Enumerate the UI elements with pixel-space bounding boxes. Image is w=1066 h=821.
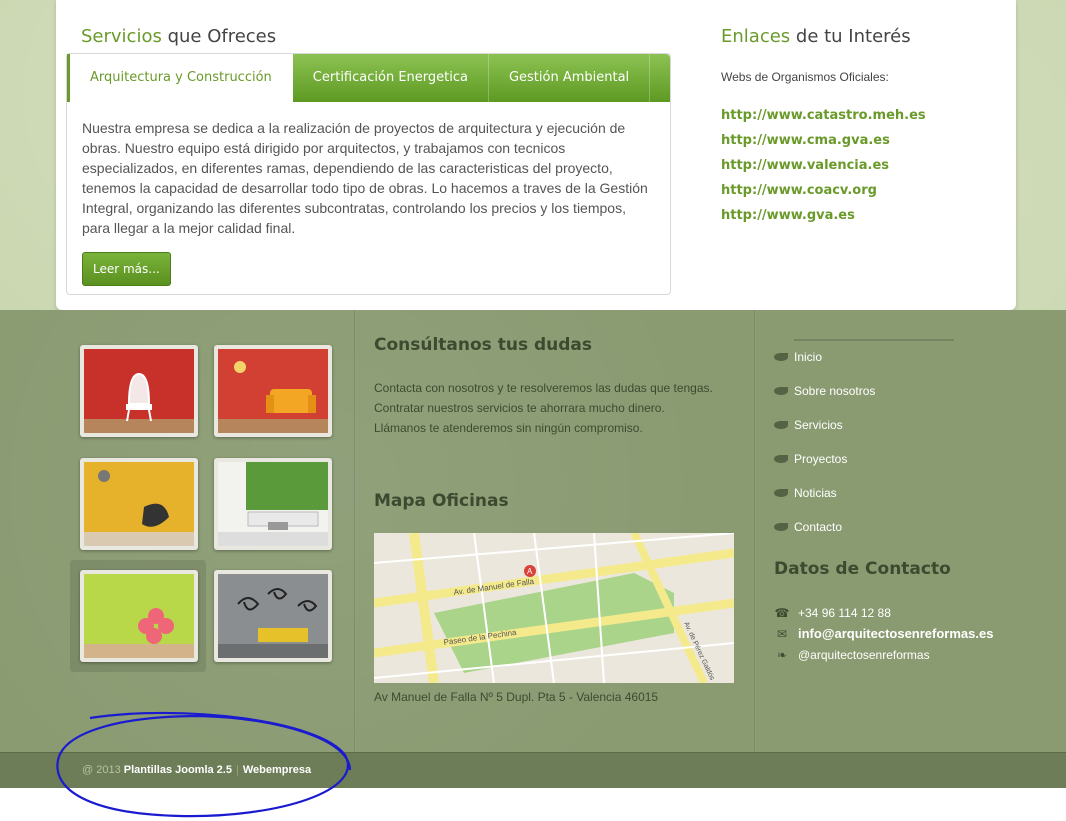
map-label-av-falla: Av. de Manuel de Falla bbox=[453, 577, 535, 597]
orange-armchair-image bbox=[218, 349, 328, 433]
gallery-thumb-red-chair[interactable] bbox=[80, 345, 198, 437]
grey-yellow-sofa-image bbox=[218, 574, 328, 658]
gallery-thumb-yellow-room[interactable] bbox=[80, 458, 198, 550]
contact-list: ☎ +34 96 114 12 88 ✉ info@arquitectosenref… bbox=[774, 602, 994, 665]
nav-item-servicios[interactable]: Servicios bbox=[774, 408, 954, 442]
nav-label: Noticias bbox=[794, 486, 837, 500]
bullet-icon bbox=[774, 489, 788, 497]
links-subtitle: Webs de Organismos Oficiales: bbox=[721, 70, 889, 84]
gallery-thumb-orange-armchair[interactable] bbox=[214, 345, 332, 437]
green-sofa-image bbox=[218, 462, 328, 546]
map-marker-label: A bbox=[527, 567, 533, 576]
contact-title: Datos de Contacto bbox=[774, 559, 951, 579]
bullet-icon bbox=[774, 523, 788, 531]
nav-label: Sobre nosotros bbox=[794, 384, 876, 398]
services-title-rest: que Ofreces bbox=[161, 26, 277, 47]
links-title: Enlaces de tu Interés bbox=[721, 26, 911, 47]
yellow-room-image bbox=[84, 462, 194, 546]
link-item: http://www.catastro.meh.es bbox=[721, 106, 926, 131]
read-more-button[interactable]: Leer más... bbox=[82, 252, 171, 286]
contact-phone: ☎ +34 96 114 12 88 bbox=[774, 602, 993, 623]
dudas-line: Contacta con nosotros y te resolveremos … bbox=[374, 381, 713, 395]
nav-label: Proyectos bbox=[794, 452, 848, 466]
map-road bbox=[409, 533, 439, 683]
lime-flower-image bbox=[84, 574, 194, 658]
office-map[interactable]: Av. de Manuel de Falla Paseo de la Pechi… bbox=[374, 533, 734, 683]
bullet-icon bbox=[774, 387, 788, 395]
nav-item-inicio[interactable]: Inicio bbox=[774, 340, 954, 374]
services-title: Servicios que Ofreces bbox=[81, 26, 276, 47]
link-cma[interactable]: http://www.cma.gva.es bbox=[721, 133, 890, 148]
tab-bar: Arquitectura y Construcción Certificació… bbox=[67, 54, 670, 102]
bullet-icon bbox=[774, 455, 788, 463]
map-address: Av Manuel de Falla Nº 5 Dupl. Pta 5 - Va… bbox=[374, 690, 659, 704]
contact-twitter[interactable]: ❧ @arquitectosenreformas bbox=[774, 644, 993, 665]
nav-item-contacto[interactable]: Contacto bbox=[774, 510, 954, 544]
services-title-accent: Servicios bbox=[81, 26, 162, 47]
link-item: http://www.cma.gva.es bbox=[721, 131, 926, 156]
gallery-thumb-grey-yellow-sofa[interactable] bbox=[214, 570, 332, 662]
gallery-thumb-lime-flower[interactable] bbox=[80, 570, 198, 662]
link-item: http://www.valencia.es bbox=[721, 156, 926, 181]
red-chair-image bbox=[84, 349, 194, 433]
link-item: http://www.coacv.org bbox=[721, 181, 926, 206]
phone-icon: ☎ bbox=[774, 605, 790, 620]
links-list: http://www.catastro.meh.es http://www.cm… bbox=[721, 106, 926, 231]
copyright-separator: | bbox=[235, 764, 239, 776]
nav-label: Contacto bbox=[794, 520, 843, 534]
bullet-icon bbox=[774, 421, 788, 429]
footer-nav: Inicio Sobre nosotros Servicios Proyecto… bbox=[774, 340, 954, 544]
footer: Consúltanos tus dudas Contacta con nosot… bbox=[0, 310, 1066, 752]
link-catastro[interactable]: http://www.catastro.meh.es bbox=[721, 108, 926, 123]
tab-gestion-ambiental[interactable]: Gestión Ambiental bbox=[489, 54, 651, 102]
bullet-icon bbox=[774, 353, 788, 361]
dudas-title: Consúltanos tus dudas bbox=[374, 335, 593, 355]
link-coacv[interactable]: http://www.coacv.org bbox=[721, 183, 877, 198]
nav-item-proyectos[interactable]: Proyectos bbox=[774, 442, 954, 476]
tab-certificacion[interactable]: Certificación Energetica bbox=[293, 54, 489, 102]
nav-item-sobre-nosotros[interactable]: Sobre nosotros bbox=[774, 374, 954, 408]
copyright-text: @ 2013 Plantillas Joomla 2.5 | Webempresa bbox=[82, 764, 311, 776]
nav-item-noticias[interactable]: Noticias bbox=[774, 476, 954, 510]
content-panel: Servicios que Ofreces Arquitectura y Con… bbox=[56, 0, 1016, 310]
services-description: Nuestra empresa se dedica a la realizaci… bbox=[82, 120, 648, 236]
map-graphic: Av. de Manuel de Falla Paseo de la Pechi… bbox=[374, 533, 734, 683]
webempresa-link[interactable]: Webempresa bbox=[243, 764, 311, 776]
phone-value: +34 96 114 12 88 bbox=[798, 605, 891, 620]
links-title-rest: de tu Interés bbox=[790, 26, 911, 47]
joomla-templates-link[interactable]: Plantillas Joomla 2.5 bbox=[124, 764, 232, 776]
copyright-prefix: @ 2013 bbox=[82, 764, 121, 776]
link-item: http://www.gva.es bbox=[721, 206, 926, 231]
footer-divider bbox=[354, 310, 356, 752]
email-value[interactable]: info@arquitectosenreformas.es bbox=[798, 626, 993, 641]
nav-label: Inicio bbox=[794, 350, 823, 364]
link-valencia[interactable]: http://www.valencia.es bbox=[721, 158, 889, 173]
footer-divider bbox=[754, 310, 756, 752]
dudas-line: Llámanos te atenderemos sin ningún compr… bbox=[374, 421, 643, 435]
link-gva[interactable]: http://www.gva.es bbox=[721, 208, 855, 223]
services-tabs: Arquitectura y Construcción Certificació… bbox=[66, 53, 671, 295]
contact-email[interactable]: ✉ info@arquitectosenreformas.es bbox=[774, 623, 993, 644]
tab-content: Nuestra empresa se dedica a la realizaci… bbox=[67, 102, 670, 302]
dudas-line: Contratar nuestros servicios te ahorrara… bbox=[374, 401, 665, 415]
twitter-bird-icon: ❧ bbox=[776, 647, 788, 662]
links-title-accent: Enlaces bbox=[721, 26, 791, 47]
nav-label: Servicios bbox=[794, 418, 843, 432]
copyright-bar: @ 2013 Plantillas Joomla 2.5 | Webempresa bbox=[0, 752, 1066, 788]
gallery-thumb-green-sofa[interactable] bbox=[214, 458, 332, 550]
dudas-text: Contacta con nosotros y te resolveremos … bbox=[374, 378, 744, 438]
tab-arquitectura[interactable]: Arquitectura y Construcción bbox=[67, 54, 293, 102]
mail-icon: ✉ bbox=[776, 626, 788, 641]
mapa-title: Mapa Oficinas bbox=[374, 491, 509, 511]
twitter-value[interactable]: @arquitectosenreformas bbox=[798, 648, 930, 662]
